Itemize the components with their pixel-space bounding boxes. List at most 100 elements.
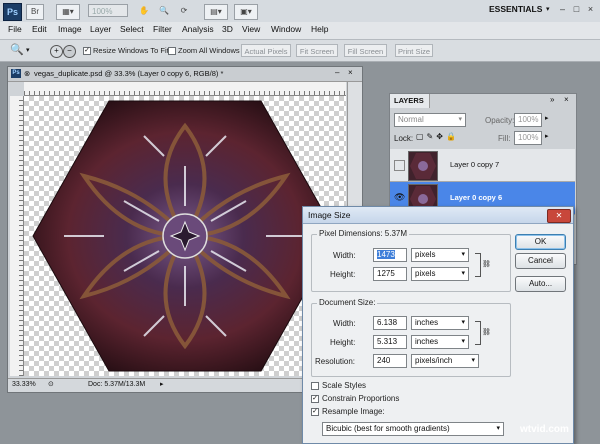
pixel-width-unit: pixels xyxy=(415,250,436,259)
panel-close-icon[interactable]: × xyxy=(564,95,569,104)
resample-method-value: Bicubic (best for smooth gradients) xyxy=(326,424,450,433)
doc-height-unit: inches xyxy=(415,337,439,346)
minimize-icon[interactable]: – xyxy=(556,3,569,16)
doc-height-field[interactable]: 5.313 xyxy=(373,335,407,349)
menu-view[interactable]: View xyxy=(242,24,260,34)
menu-select[interactable]: Select xyxy=(120,24,144,34)
menu-file[interactable]: File xyxy=(8,24,22,34)
layer-row[interactable]: Layer 0 copy 7 xyxy=(390,149,575,182)
zoom-level-field[interactable]: 100% xyxy=(88,4,128,17)
doc-height-unit-select[interactable]: inches ▾ xyxy=(411,335,469,349)
menu-edit[interactable]: Edit xyxy=(32,24,47,34)
document-info: Doc: 5.37M/13.3M xyxy=(88,381,146,388)
menu-window[interactable]: Window xyxy=(271,24,301,34)
fit-screen-button[interactable]: Fit Screen xyxy=(296,44,338,57)
resolution-label: Resolution: xyxy=(315,357,356,366)
zoom-readout[interactable]: 33.33% xyxy=(12,381,36,388)
menu-3d[interactable]: 3D xyxy=(222,24,233,34)
document-ps-icon: Ps xyxy=(11,69,21,78)
watermark: wtvid.com xyxy=(520,424,569,435)
pixel-link-bracket xyxy=(475,253,481,277)
constrain-proportions-label: Constrain Proportions xyxy=(322,394,400,403)
hand-tool-icon[interactable]: ✋ xyxy=(136,4,152,18)
view-extras-icon[interactable]: ▦▾ xyxy=(56,4,80,20)
status-arrow-icon[interactable]: ▸ xyxy=(160,380,164,388)
auto-button[interactable]: Auto... xyxy=(515,276,566,292)
fill-screen-button[interactable]: Fill Screen xyxy=(344,44,387,57)
pixel-height-unit: pixels xyxy=(415,269,436,278)
zoom-tool-icon[interactable]: 🔍 xyxy=(156,4,172,18)
actual-pixels-button[interactable]: Actual Pixels xyxy=(241,44,291,57)
zoom-in-icon[interactable]: + xyxy=(50,45,63,58)
doc-width-field[interactable]: 6.138 xyxy=(373,316,407,330)
canvas[interactable] xyxy=(24,96,346,376)
lock-icons[interactable]: ▢✎✥🔒 xyxy=(416,132,459,141)
scale-styles-checkbox[interactable] xyxy=(311,382,319,390)
fill-field[interactable]: 100% xyxy=(514,131,542,145)
rotate-view-icon[interactable]: ⟳ xyxy=(176,4,192,18)
ok-button[interactable]: OK xyxy=(515,234,566,250)
eye-icon[interactable]: 👁 xyxy=(394,192,405,203)
resize-windows-checkbox[interactable]: ✓ xyxy=(83,47,91,55)
pixel-height-field[interactable]: 1275 xyxy=(373,267,407,281)
application-bar: Ps Br ▦▾ 100% ✋ 🔍 ⟳ ▤▾ ▣▾ ESSENTIALS ▾ –… xyxy=(0,0,600,23)
chain-link-icon: ⛓ xyxy=(482,329,491,336)
fill-label: Fill: xyxy=(498,134,511,143)
pixel-height-unit-select[interactable]: pixels ▾ xyxy=(411,267,469,281)
constrain-proportions-checkbox[interactable]: ✓ xyxy=(311,395,319,403)
document-close-icon[interactable]: ⊗ xyxy=(24,69,30,78)
lock-label: Lock: xyxy=(394,134,414,143)
resolution-unit-select[interactable]: pixels/inch ▾ xyxy=(411,354,479,368)
resize-windows-label: Resize Windows To Fit xyxy=(93,46,169,55)
opacity-dropdown-icon[interactable]: ▸ xyxy=(545,114,549,122)
menu-analysis[interactable]: Analysis xyxy=(182,24,214,34)
chevron-down-icon: ▾ xyxy=(471,357,475,364)
pixel-width-label: Width: xyxy=(333,251,356,260)
zoom-all-windows-checkbox[interactable] xyxy=(168,47,176,55)
chevron-down-icon: ▾ xyxy=(458,116,462,123)
menu-image[interactable]: Image xyxy=(58,24,82,34)
blend-mode-select[interactable]: Normal ▾ xyxy=(394,113,466,127)
bridge-icon[interactable]: Br xyxy=(26,4,44,20)
document-title: vegas_duplicate.psd @ 33.3% (Layer 0 cop… xyxy=(34,69,224,78)
cancel-button[interactable]: Cancel xyxy=(515,253,566,269)
layer-name: Layer 0 copy 7 xyxy=(450,160,500,169)
resolution-field[interactable]: 240 xyxy=(373,354,407,368)
document-minimize-icon[interactable]: – xyxy=(335,68,339,77)
scale-styles-label: Scale Styles xyxy=(322,381,367,390)
resample-image-label: Resample Image: xyxy=(322,407,385,416)
menu-filter[interactable]: Filter xyxy=(153,24,172,34)
layers-tab[interactable]: LAYERS xyxy=(390,94,430,108)
dialog-close-icon[interactable]: ✕ xyxy=(547,209,571,223)
resample-method-select[interactable]: Bicubic (best for smooth gradients) ▾ xyxy=(322,422,504,436)
resample-image-checkbox[interactable]: ✓ xyxy=(311,408,319,416)
tool-preset-dropdown-icon[interactable]: ▾ xyxy=(26,46,30,54)
fill-dropdown-icon[interactable]: ▸ xyxy=(545,132,549,140)
doc-width-label: Width: xyxy=(333,319,356,328)
chevron-down-icon: ▾ xyxy=(461,270,465,277)
screen-mode-icon[interactable]: ▣▾ xyxy=(234,4,258,20)
panel-collapse-icon[interactable]: » xyxy=(550,95,554,104)
doc-width-unit-select[interactable]: inches ▾ xyxy=(411,316,469,330)
workspace-switcher[interactable]: ESSENTIALS xyxy=(489,4,542,14)
document-tab[interactable]: Ps ⊗ vegas_duplicate.psd @ 33.3% (Layer … xyxy=(8,67,362,82)
pixel-width-field[interactable]: 1473 xyxy=(373,248,407,262)
opacity-label: Opacity: xyxy=(485,116,515,125)
workspace-dropdown-icon[interactable]: ▾ xyxy=(546,5,550,13)
dialog-title-bar[interactable]: Image Size ✕ xyxy=(303,207,573,224)
pixel-width-unit-select[interactable]: pixels ▾ xyxy=(411,248,469,262)
status-menu-icon[interactable]: ⊙ xyxy=(48,380,54,388)
close-icon[interactable]: × xyxy=(584,3,597,16)
visibility-icon[interactable] xyxy=(394,160,405,171)
menu-help[interactable]: Help xyxy=(311,24,328,34)
maximize-icon[interactable]: □ xyxy=(570,3,583,16)
arrange-documents-icon[interactable]: ▤▾ xyxy=(204,4,228,20)
opacity-field[interactable]: 100% xyxy=(514,113,542,127)
document-close-window-icon[interactable]: × xyxy=(348,68,353,77)
zoom-tool-icon[interactable]: 🔍 xyxy=(10,43,24,56)
blend-mode-value: Normal xyxy=(398,115,424,124)
print-size-button[interactable]: Print Size xyxy=(395,44,433,57)
zoom-out-icon[interactable]: − xyxy=(63,45,76,58)
horizontal-ruler xyxy=(24,82,346,96)
menu-layer[interactable]: Layer xyxy=(90,24,111,34)
